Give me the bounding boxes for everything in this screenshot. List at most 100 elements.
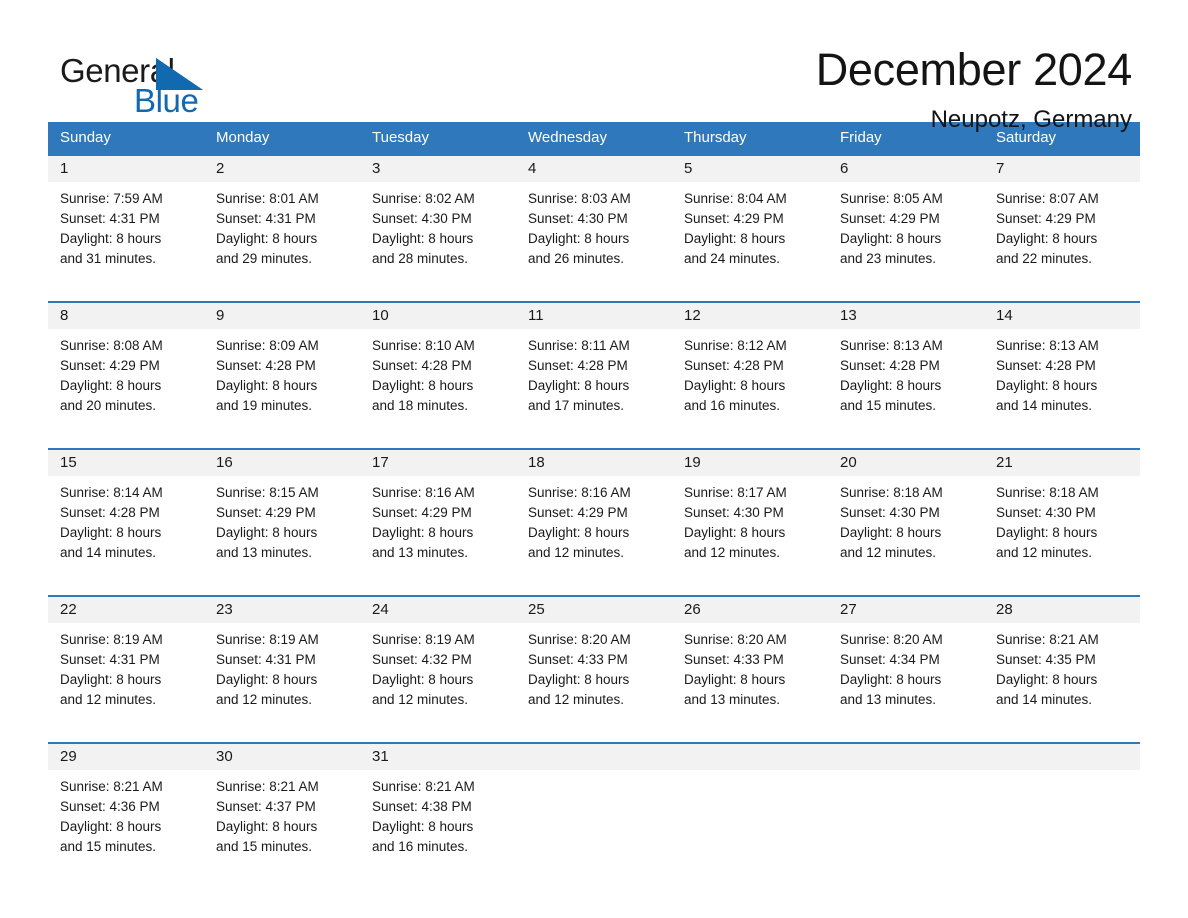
sunset-time: Sunset: 4:29 PM	[528, 505, 628, 520]
daylight-duration-line1: Daylight: 8 hours	[528, 525, 630, 540]
daylight-duration-line1: Daylight: 8 hours	[216, 525, 318, 540]
weekday-header-row: Sunday Monday Tuesday Wednesday Thursday…	[48, 122, 1140, 154]
calendar-day-cell[interactable]: 6 Sunrise: 8:05 AM Sunset: 4:29 PM Daylight…	[828, 156, 984, 291]
daylight-duration-line1: Daylight: 8 hours	[372, 231, 474, 246]
calendar-day-cell[interactable]: 3 Sunrise: 8:02 AM Sunset: 4:30 PM Daylight…	[360, 156, 516, 291]
daylight-duration-line1: Daylight: 8 hours	[684, 378, 786, 393]
sunrise-time: Sunrise: 8:19 AM	[372, 632, 475, 647]
weekday-header-saturday: Saturday	[996, 129, 1057, 146]
sunrise-time: Sunrise: 8:21 AM	[60, 779, 163, 794]
day-info: Sunrise: 7:59 AM Sunset: 4:31 PM Daylight:…	[48, 182, 204, 269]
calendar-day-cell[interactable]: 18 Sunrise: 8:16 AM Sunset: 4:29 PM Dayligh…	[516, 450, 672, 585]
sunset-time: Sunset: 4:28 PM	[840, 358, 940, 373]
daylight-duration-line1: Daylight: 8 hours	[840, 525, 942, 540]
daylight-duration-line2: and 15 minutes.	[60, 839, 157, 854]
day-number: 26	[672, 597, 828, 623]
calendar-day-cell[interactable]: 12 Sunrise: 8:12 AM Sunset: 4:28 PM Dayligh…	[672, 303, 828, 438]
day-number: 2	[204, 156, 360, 182]
calendar-day-cell[interactable]: 9 Sunrise: 8:09 AM Sunset: 4:28 PM Daylight…	[204, 303, 360, 438]
daylight-duration-line1: Daylight: 8 hours	[216, 819, 318, 834]
day-number: 31	[360, 744, 516, 770]
calendar-day-cell[interactable]: 31 Sunrise: 8:21 AM Sunset: 4:38 PM Dayligh…	[360, 744, 516, 879]
calendar-week-row: 29 Sunrise: 8:21 AM Sunset: 4:36 PM Dayligh…	[48, 742, 1140, 879]
daylight-duration-line1: Daylight: 8 hours	[60, 378, 162, 393]
day-info: Sunrise: 8:03 AM Sunset: 4:30 PM Daylight:…	[516, 182, 672, 269]
day-number: 8	[48, 303, 204, 329]
daylight-duration-line2: and 12 minutes.	[216, 692, 313, 707]
sunset-time: Sunset: 4:31 PM	[60, 211, 160, 226]
sunrise-time: Sunrise: 8:20 AM	[840, 632, 943, 647]
sunrise-time: Sunrise: 8:16 AM	[372, 485, 475, 500]
day-info: Sunrise: 8:13 AM Sunset: 4:28 PM Daylight:…	[984, 329, 1140, 416]
calendar-day-cell[interactable]: 16 Sunrise: 8:15 AM Sunset: 4:29 PM Dayligh…	[204, 450, 360, 585]
calendar-day-cell[interactable]: 23 Sunrise: 8:19 AM Sunset: 4:31 PM Dayligh…	[204, 597, 360, 732]
day-info: Sunrise: 8:02 AM Sunset: 4:30 PM Daylight:…	[360, 182, 516, 269]
sunrise-time: Sunrise: 8:03 AM	[528, 191, 631, 206]
sunset-time: Sunset: 4:30 PM	[996, 505, 1096, 520]
brand-name-blue: Blue	[134, 82, 199, 119]
calendar-day-cell[interactable]: 1 Sunrise: 7:59 AM Sunset: 4:31 PM Daylight…	[48, 156, 204, 291]
sunrise-time: Sunrise: 8:16 AM	[528, 485, 631, 500]
calendar-day-cell[interactable]: 17 Sunrise: 8:16 AM Sunset: 4:29 PM Dayligh…	[360, 450, 516, 585]
calendar-day-cell[interactable]: 24 Sunrise: 8:19 AM Sunset: 4:32 PM Dayligh…	[360, 597, 516, 732]
sunset-time: Sunset: 4:37 PM	[216, 799, 316, 814]
calendar-day-cell[interactable]: 29 Sunrise: 8:21 AM Sunset: 4:36 PM Dayligh…	[48, 744, 204, 879]
sunset-time: Sunset: 4:29 PM	[216, 505, 316, 520]
sunset-time: Sunset: 4:28 PM	[528, 358, 628, 373]
calendar-day-cell[interactable]: 13 Sunrise: 8:13 AM Sunset: 4:28 PM Dayligh…	[828, 303, 984, 438]
sunrise-time: Sunrise: 7:59 AM	[60, 191, 163, 206]
general-blue-logo[interactable]: General Blue	[56, 44, 246, 118]
day-number: 6	[828, 156, 984, 182]
sunset-time: Sunset: 4:32 PM	[372, 652, 472, 667]
calendar-day-cell[interactable]: 15 Sunrise: 8:14 AM Sunset: 4:28 PM Dayligh…	[48, 450, 204, 585]
day-info: Sunrise: 8:14 AM Sunset: 4:28 PM Daylight:…	[48, 476, 204, 563]
daylight-duration-line1: Daylight: 8 hours	[840, 378, 942, 393]
day-number: 25	[516, 597, 672, 623]
calendar-day-cell[interactable]: 7 Sunrise: 8:07 AM Sunset: 4:29 PM Daylight…	[984, 156, 1140, 291]
daylight-duration-line2: and 12 minutes.	[372, 692, 469, 707]
calendar-day-cell[interactable]: 25 Sunrise: 8:20 AM Sunset: 4:33 PM Dayligh…	[516, 597, 672, 732]
daylight-duration-line2: and 28 minutes.	[372, 251, 469, 266]
daylight-duration-line2: and 17 minutes.	[528, 398, 625, 413]
calendar-day-cell[interactable]: 5 Sunrise: 8:04 AM Sunset: 4:29 PM Daylight…	[672, 156, 828, 291]
sunrise-time: Sunrise: 8:12 AM	[684, 338, 787, 353]
sunset-time: Sunset: 4:28 PM	[216, 358, 316, 373]
calendar-day-cell-empty	[672, 744, 828, 879]
daylight-duration-line2: and 23 minutes.	[840, 251, 937, 266]
calendar-day-cell[interactable]: 14 Sunrise: 8:13 AM Sunset: 4:28 PM Dayligh…	[984, 303, 1140, 438]
sunrise-time: Sunrise: 8:02 AM	[372, 191, 475, 206]
calendar-day-cell[interactable]: 8 Sunrise: 8:08 AM Sunset: 4:29 PM Daylight…	[48, 303, 204, 438]
calendar-day-cell[interactable]: 27 Sunrise: 8:20 AM Sunset: 4:34 PM Dayligh…	[828, 597, 984, 732]
calendar-day-cell[interactable]: 21 Sunrise: 8:18 AM Sunset: 4:30 PM Dayligh…	[984, 450, 1140, 585]
day-number: 24	[360, 597, 516, 623]
calendar-day-cell[interactable]: 10 Sunrise: 8:10 AM Sunset: 4:28 PM Dayligh…	[360, 303, 516, 438]
daylight-duration-line2: and 15 minutes.	[840, 398, 937, 413]
calendar-day-cell[interactable]: 22 Sunrise: 8:19 AM Sunset: 4:31 PM Dayligh…	[48, 597, 204, 732]
daylight-duration-line2: and 13 minutes.	[372, 545, 469, 560]
sunset-time: Sunset: 4:30 PM	[528, 211, 628, 226]
daylight-duration-line2: and 12 minutes.	[60, 692, 157, 707]
day-number: 23	[204, 597, 360, 623]
sunset-time: Sunset: 4:29 PM	[684, 211, 784, 226]
day-number: 16	[204, 450, 360, 476]
sunset-time: Sunset: 4:30 PM	[684, 505, 784, 520]
sunset-time: Sunset: 4:31 PM	[216, 652, 316, 667]
calendar-day-cell[interactable]: 4 Sunrise: 8:03 AM Sunset: 4:30 PM Daylight…	[516, 156, 672, 291]
daylight-duration-line2: and 13 minutes.	[684, 692, 781, 707]
sunset-time: Sunset: 4:33 PM	[528, 652, 628, 667]
day-info: Sunrise: 8:18 AM Sunset: 4:30 PM Daylight:…	[984, 476, 1140, 563]
daylight-duration-line2: and 12 minutes.	[840, 545, 937, 560]
calendar-page: General Blue December 2024 Neupotz, Germ…	[0, 0, 1188, 918]
calendar-day-cell[interactable]: 11 Sunrise: 8:11 AM Sunset: 4:28 PM Dayligh…	[516, 303, 672, 438]
daylight-duration-line1: Daylight: 8 hours	[996, 231, 1098, 246]
week-spacer	[48, 291, 1140, 301]
calendar-day-cell[interactable]: 19 Sunrise: 8:17 AM Sunset: 4:30 PM Dayligh…	[672, 450, 828, 585]
calendar-day-cell[interactable]: 2 Sunrise: 8:01 AM Sunset: 4:31 PM Daylight…	[204, 156, 360, 291]
calendar-day-cell[interactable]: 20 Sunrise: 8:18 AM Sunset: 4:30 PM Dayligh…	[828, 450, 984, 585]
calendar-day-cell[interactable]: 30 Sunrise: 8:21 AM Sunset: 4:37 PM Dayligh…	[204, 744, 360, 879]
day-number: 10	[360, 303, 516, 329]
daylight-duration-line1: Daylight: 8 hours	[684, 525, 786, 540]
calendar-day-cell[interactable]: 26 Sunrise: 8:20 AM Sunset: 4:33 PM Dayligh…	[672, 597, 828, 732]
calendar-day-cell[interactable]: 28 Sunrise: 8:21 AM Sunset: 4:35 PM Dayligh…	[984, 597, 1140, 732]
day-info: Sunrise: 8:19 AM Sunset: 4:32 PM Daylight:…	[360, 623, 516, 710]
